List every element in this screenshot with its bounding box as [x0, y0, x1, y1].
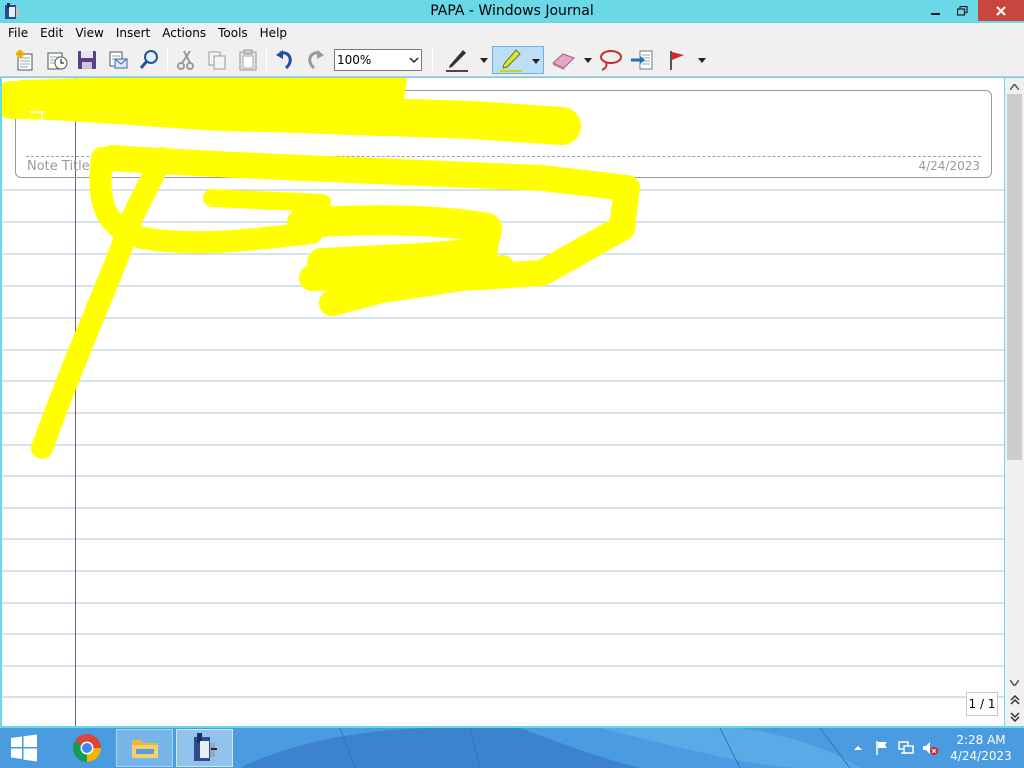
chevron-down-icon	[532, 58, 540, 64]
eraser-icon	[552, 53, 575, 70]
redo-icon	[308, 50, 324, 70]
zoom-value: 100%	[337, 53, 372, 67]
new-note-button[interactable]	[12, 47, 38, 73]
double-chevron-up-icon	[1009, 694, 1020, 705]
close-button[interactable]	[978, 0, 1024, 21]
close-icon	[996, 5, 1006, 16]
chrome-taskbar-button[interactable]	[58, 729, 115, 767]
flag-icon	[670, 51, 684, 70]
clock-date: 4/24/2023	[950, 749, 1012, 763]
highlighter-icon	[500, 49, 522, 72]
show-hidden-icons-button[interactable]	[850, 740, 866, 756]
start-icon	[11, 734, 37, 762]
clock-time: 2:28 AM	[956, 733, 1006, 747]
toolbar-separator	[167, 48, 168, 72]
flag-dropdown[interactable]	[697, 51, 707, 69]
lasso-icon	[600, 50, 622, 71]
scroll-up-button[interactable]	[1005, 80, 1024, 94]
toolbar-separator	[266, 48, 267, 72]
note-title[interactable]: Note Title	[27, 159, 90, 174]
taskbar: 2:28 AM 4/24/2023	[0, 728, 1024, 768]
restore-icon	[956, 5, 968, 16]
title-bar[interactable]: PAPA - Windows Journal	[0, 0, 1024, 23]
double-chevron-down-icon	[1009, 712, 1020, 723]
highlighter-button[interactable]	[492, 46, 544, 74]
chevron-down-icon	[698, 57, 706, 63]
window-title: PAPA - Windows Journal	[430, 3, 594, 19]
paste-button[interactable]	[235, 47, 261, 73]
network-button[interactable]	[898, 740, 914, 756]
chevron-down-icon	[480, 57, 488, 63]
scroll-thumb[interactable]	[1007, 94, 1022, 460]
eraser-dropdown[interactable]	[583, 51, 593, 69]
previous-page-button[interactable]	[1005, 693, 1024, 707]
save-icon	[78, 51, 96, 69]
cut-icon	[177, 50, 194, 70]
insert-space-button[interactable]	[629, 47, 655, 73]
minimize-icon	[931, 12, 940, 15]
eraser-button[interactable]	[550, 47, 576, 73]
save-button[interactable]	[74, 47, 100, 73]
network-icon	[898, 741, 914, 754]
title-divider	[26, 156, 981, 157]
highlighter-dropdown[interactable]	[531, 57, 541, 65]
action-center-button[interactable]	[874, 740, 890, 756]
new-note-icon	[16, 50, 33, 71]
file-explorer-icon	[131, 740, 158, 758]
windows-journal-icon	[193, 733, 217, 761]
windows-journal-taskbar-button[interactable]	[176, 729, 233, 767]
zoom-select[interactable]: 100%	[334, 49, 422, 71]
restore-button[interactable]	[948, 0, 976, 21]
open-recent-icon	[47, 52, 68, 70]
send-button[interactable]	[105, 47, 131, 73]
paste-icon	[239, 49, 257, 71]
chevron-down-icon	[409, 53, 419, 73]
lasso-button[interactable]	[598, 47, 624, 73]
menu-help[interactable]: Help	[254, 23, 293, 43]
chevron-up-icon	[1010, 84, 1019, 90]
start-button[interactable]	[4, 732, 44, 764]
scroll-down-button[interactable]	[1005, 676, 1024, 690]
menu-bar: File Edit View Insert Actions Tools Help	[0, 23, 1024, 43]
copy-icon	[208, 51, 226, 70]
copy-button[interactable]	[204, 47, 230, 73]
page-indicator: 1 / 1	[966, 692, 998, 716]
undo-icon	[276, 50, 292, 70]
send-icon	[109, 51, 128, 69]
toolbar	[0, 43, 1024, 77]
next-page-button[interactable]	[1005, 709, 1024, 725]
system-clock[interactable]: 2:28 AM 4/24/2023	[946, 732, 1016, 764]
show-hidden-icons-icon	[854, 746, 862, 750]
volume-button[interactable]	[922, 740, 938, 756]
action-center-flag-icon	[876, 741, 887, 755]
chevron-down-icon	[1010, 680, 1019, 686]
pen-button[interactable]	[444, 47, 470, 73]
undo-button[interactable]	[272, 47, 298, 73]
note-canvas[interactable]: Note Title 4/24/2023	[2, 78, 1004, 726]
vertical-scrollbar[interactable]	[1005, 78, 1024, 726]
chrome-icon	[72, 734, 101, 762]
cut-button[interactable]	[172, 47, 198, 73]
insert-space-icon	[631, 50, 653, 70]
redo-button[interactable]	[302, 47, 328, 73]
pen-icon	[446, 50, 468, 72]
menu-file[interactable]: File	[2, 23, 34, 43]
menu-insert[interactable]: Insert	[110, 23, 156, 43]
toolbar-separator	[432, 48, 433, 72]
note-title-area[interactable]: Note Title 4/24/2023	[15, 90, 992, 178]
find-button[interactable]	[136, 47, 162, 73]
pen-dropdown[interactable]	[479, 51, 489, 69]
menu-tools[interactable]: Tools	[212, 23, 254, 43]
flag-button[interactable]	[664, 47, 690, 73]
menu-actions[interactable]: Actions	[156, 23, 212, 43]
menu-edit[interactable]: Edit	[34, 23, 69, 43]
note-date: 4/24/2023	[918, 159, 980, 173]
chevron-down-icon	[584, 57, 592, 63]
menu-view[interactable]: View	[69, 23, 109, 43]
volume-muted-icon	[923, 742, 938, 755]
find-icon	[139, 50, 158, 69]
file-explorer-taskbar-button[interactable]	[116, 729, 173, 767]
open-recent-button[interactable]	[44, 47, 70, 73]
